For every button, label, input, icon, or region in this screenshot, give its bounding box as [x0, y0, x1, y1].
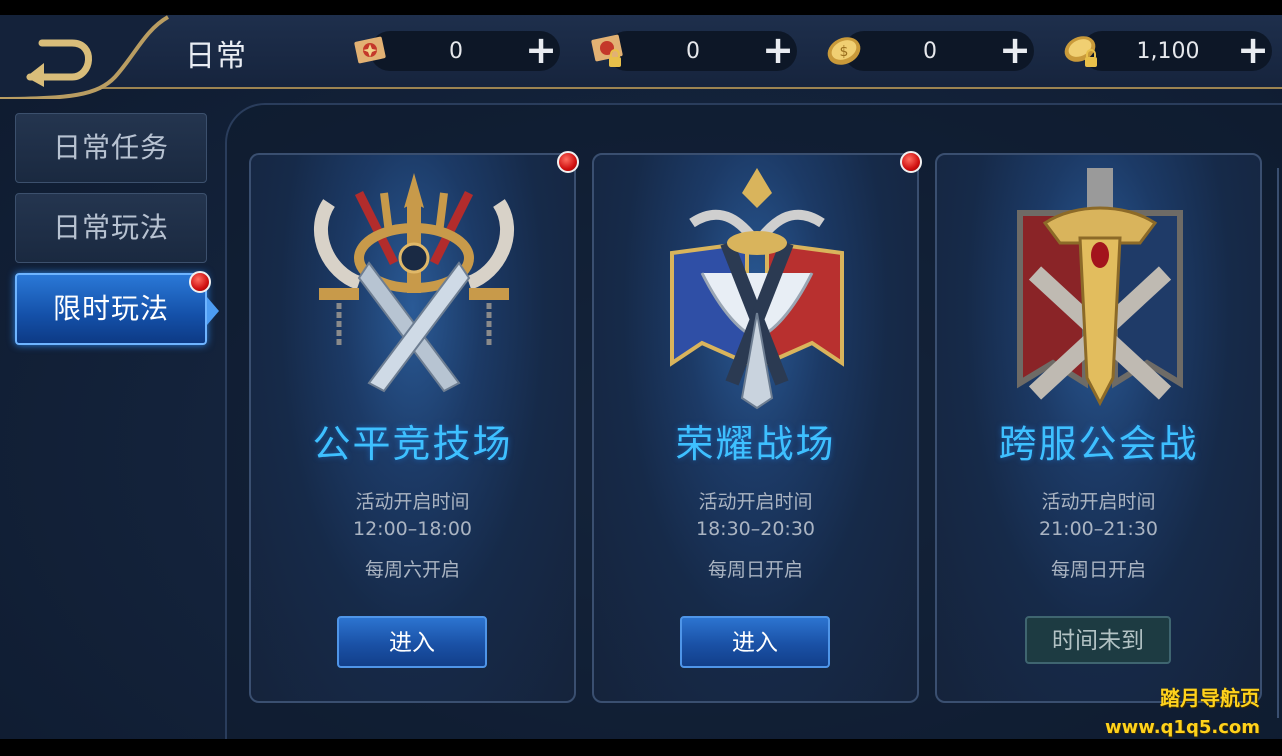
sidebar-item-daily-tasks[interactable]: 日常任务	[15, 113, 207, 183]
notification-badge	[189, 271, 211, 293]
event-time-label: 活动开启时间	[355, 491, 470, 513]
resource-value: 1,100	[1136, 39, 1200, 64]
add-locked-scroll-ticket-button[interactable]: +	[760, 31, 796, 69]
event-name: 公平竞技场	[312, 422, 513, 466]
watermark-title: 踏月导航页	[1160, 686, 1260, 710]
sidebar-item-daily-modes[interactable]: 日常玩法	[15, 193, 207, 263]
event-time-label: 活动开启时间	[698, 491, 813, 513]
locked-scroll-ticket-icon	[591, 34, 623, 67]
event-time: 12:00–18:00	[352, 518, 472, 540]
resource-value: 0	[923, 39, 937, 64]
event-name: 跨服公会战	[998, 422, 1199, 466]
svg-text:$: $	[840, 44, 849, 60]
notification-badge	[900, 151, 922, 173]
event-card-fair-arena: 公平竞技场 活动开启时间 12:00–18:00 每周六开启 进入	[249, 153, 576, 703]
event-card-cross-server-guild-war: 跨服公会战 活动开启时间 21:00–21:30 每周日开启 时间未到	[935, 153, 1262, 703]
add-gold-coin-button[interactable]: +	[997, 31, 1033, 69]
enter-button[interactable]: 进入	[337, 616, 487, 668]
next-card-edge	[1277, 168, 1282, 718]
notification-badge	[557, 151, 579, 173]
top-bar: 日常 0 + 0 + $ 0 + 1,100 +	[0, 15, 1282, 99]
resource-value: 0	[686, 39, 700, 64]
event-name: 荣耀战场	[675, 422, 836, 466]
resource-locked-coin: 1,100 +	[1060, 29, 1282, 73]
event-time: 18:30–20:30	[695, 518, 815, 540]
event-day: 每周日开启	[707, 559, 803, 581]
resource-scroll-ticket: 0 +	[348, 29, 578, 73]
crossed-swords-trident-emblem-icon	[313, 173, 515, 393]
game-screen: 日常 0 + 0 + $ 0 + 1,100 + 日常任务 日常玩法 限时玩法 …	[0, 15, 1282, 739]
sidebar-item-limited-modes[interactable]: 限时玩法	[15, 273, 207, 345]
gold-coin-icon: $	[827, 37, 861, 65]
watermark-url: www.q1q5.com	[1104, 717, 1260, 738]
event-time-label: 活动开启时间	[1041, 491, 1156, 513]
golden-sword-banner-emblem-icon	[1017, 168, 1183, 407]
event-card-glory-battlefield: 荣耀战场 活动开启时间 18:30–20:30 每周日开启 进入	[592, 153, 919, 703]
add-scroll-ticket-button[interactable]: +	[523, 31, 559, 69]
scroll-ticket-icon	[354, 36, 386, 64]
page-title: 日常	[185, 39, 247, 74]
resource-value: 0	[449, 39, 463, 64]
add-locked-coin-button[interactable]: +	[1235, 31, 1271, 69]
resource-gold-coin: $ 0 +	[822, 29, 1052, 73]
resource-locked-scroll-ticket: 0 +	[585, 29, 815, 73]
enter-button[interactable]: 进入	[680, 616, 830, 668]
event-day: 每周日开启	[1050, 559, 1146, 581]
winged-crossed-blades-emblem-icon	[670, 168, 844, 410]
back-button[interactable]	[0, 15, 175, 99]
event-time: 21:00–21:30	[1038, 518, 1158, 540]
active-tab-arrow	[207, 297, 219, 325]
event-day: 每周六开启	[364, 559, 460, 581]
locked-coin-icon	[1064, 36, 1097, 67]
not-yet-time-button: 时间未到	[1025, 616, 1171, 664]
